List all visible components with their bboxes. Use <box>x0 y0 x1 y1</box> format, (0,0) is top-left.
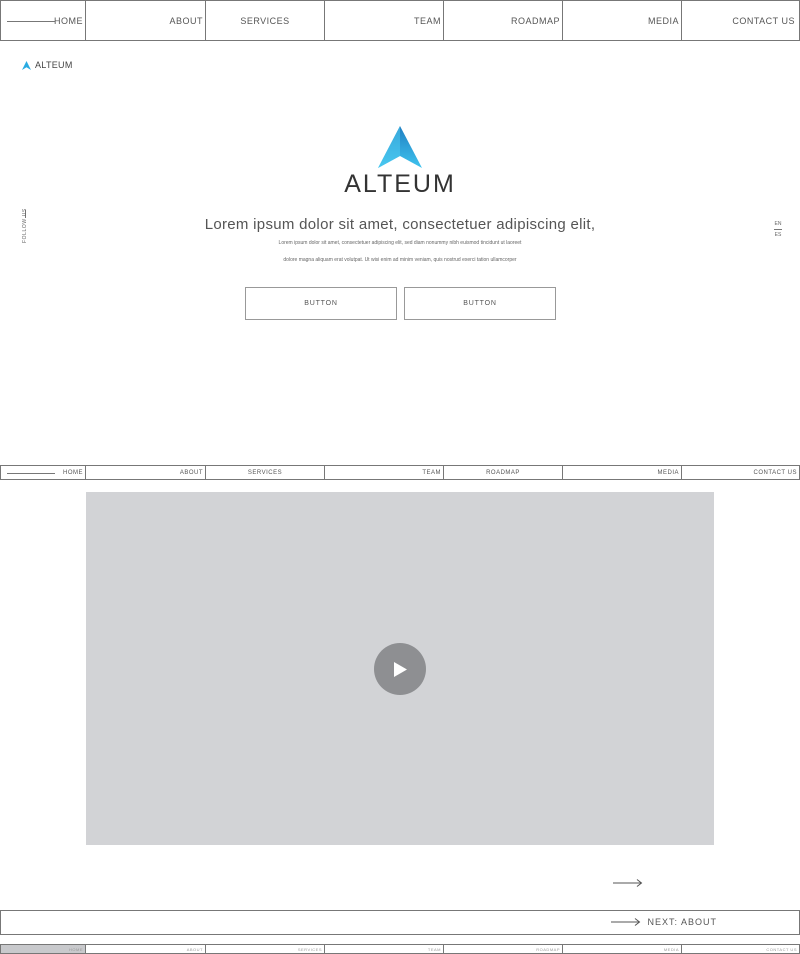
header-logo[interactable]: ALTEUM <box>22 60 73 70</box>
nav-item-roadmap[interactable]: ROADMAP <box>444 1 563 40</box>
alteum-logo-icon <box>22 60 31 70</box>
main-nav: HOME ABOUT SERVICES TEAM ROADMAP MEDIA C… <box>0 0 800 41</box>
nav-item-media[interactable]: MEDIA <box>563 1 682 40</box>
next-section-bar: NEXT: ABOUT <box>0 910 800 935</box>
nav-item-contact[interactable]: CONTACT US <box>682 1 799 40</box>
hero-headline: Lorem ipsum dolor sit amet, consectetuer… <box>204 216 596 233</box>
nav-item-about[interactable]: ABOUT <box>86 466 206 479</box>
nav-label: ROADMAP <box>486 469 520 476</box>
nav-label: SERVICES <box>247 469 283 476</box>
arrow-right-icon <box>611 918 641 926</box>
nav-item-roadmap[interactable]: ROADMAP <box>444 466 563 479</box>
header-logo-text: ALTEUM <box>35 60 73 70</box>
nav-label: ABOUT <box>169 15 203 26</box>
bottom-nav: HOME ABOUT SERVICES TEAM ROADMAP MEDIA C… <box>0 944 800 954</box>
video-player[interactable] <box>86 492 714 845</box>
nav-label: MEDIA <box>663 946 679 952</box>
hero-subtext-line2: dolore magna aliquam erat volutpat. Ut w… <box>283 257 517 263</box>
nav-label: SERVICES <box>297 946 322 952</box>
play-button[interactable] <box>374 643 426 695</box>
nav-label: HOME <box>54 15 83 26</box>
hero-subtext-line1: Lorem ipsum dolor sit amet, consectetuer… <box>278 240 522 246</box>
section-nav: HOME ABOUT SERVICES TEAM ROADMAP MEDIA C… <box>0 465 800 480</box>
hero-button-primary[interactable]: BUTTON <box>245 287 397 320</box>
next-section-label: NEXT: ABOUT <box>647 917 717 927</box>
nav-active-line <box>7 20 55 22</box>
nav-label: ABOUT <box>186 946 203 952</box>
nav-active-line <box>7 472 55 474</box>
nav-label: CONTACT US <box>732 15 795 26</box>
play-icon <box>394 661 407 677</box>
nav-item-services[interactable]: SERVICES <box>206 1 325 40</box>
nav-label: MEDIA <box>657 469 679 476</box>
nav-label: CONTACT US <box>766 946 797 952</box>
nav-item-about[interactable]: ABOUT <box>86 1 206 40</box>
nav-label: HOME <box>63 469 83 476</box>
nav-label: ROADMAP <box>536 946 560 952</box>
nav-item-team[interactable]: TEAM <box>325 466 444 479</box>
arrow-right-icon[interactable] <box>613 878 643 888</box>
hero-brand-name: ALTEUM <box>344 170 456 198</box>
next-section-link[interactable]: NEXT: ABOUT <box>611 917 717 927</box>
nav-label: TEAM <box>427 946 441 952</box>
nav-label: TEAM <box>413 15 441 26</box>
nav-item-contact[interactable]: CONTACT US <box>682 466 799 479</box>
nav-item-team[interactable]: TEAM <box>325 1 444 40</box>
alteum-mark-icon <box>378 126 422 168</box>
nav-item-services[interactable]: SERVICES <box>206 466 325 479</box>
nav-label: ROADMAP <box>510 15 560 26</box>
nav-label: MEDIA <box>647 15 679 26</box>
nav-item-home[interactable]: HOME <box>1 466 86 479</box>
nav-label: ABOUT <box>179 469 203 476</box>
nav-item-home[interactable]: HOME <box>1 1 86 40</box>
hero-logo <box>0 126 800 173</box>
hero-button-secondary[interactable]: BUTTON <box>404 287 556 320</box>
nav-label: SERVICES <box>240 15 290 26</box>
nav-label: HOME <box>69 946 83 952</box>
nav-label: TEAM <box>422 469 441 476</box>
nav-item-media[interactable]: MEDIA <box>563 466 682 479</box>
nav-label: CONTACT US <box>753 469 797 476</box>
